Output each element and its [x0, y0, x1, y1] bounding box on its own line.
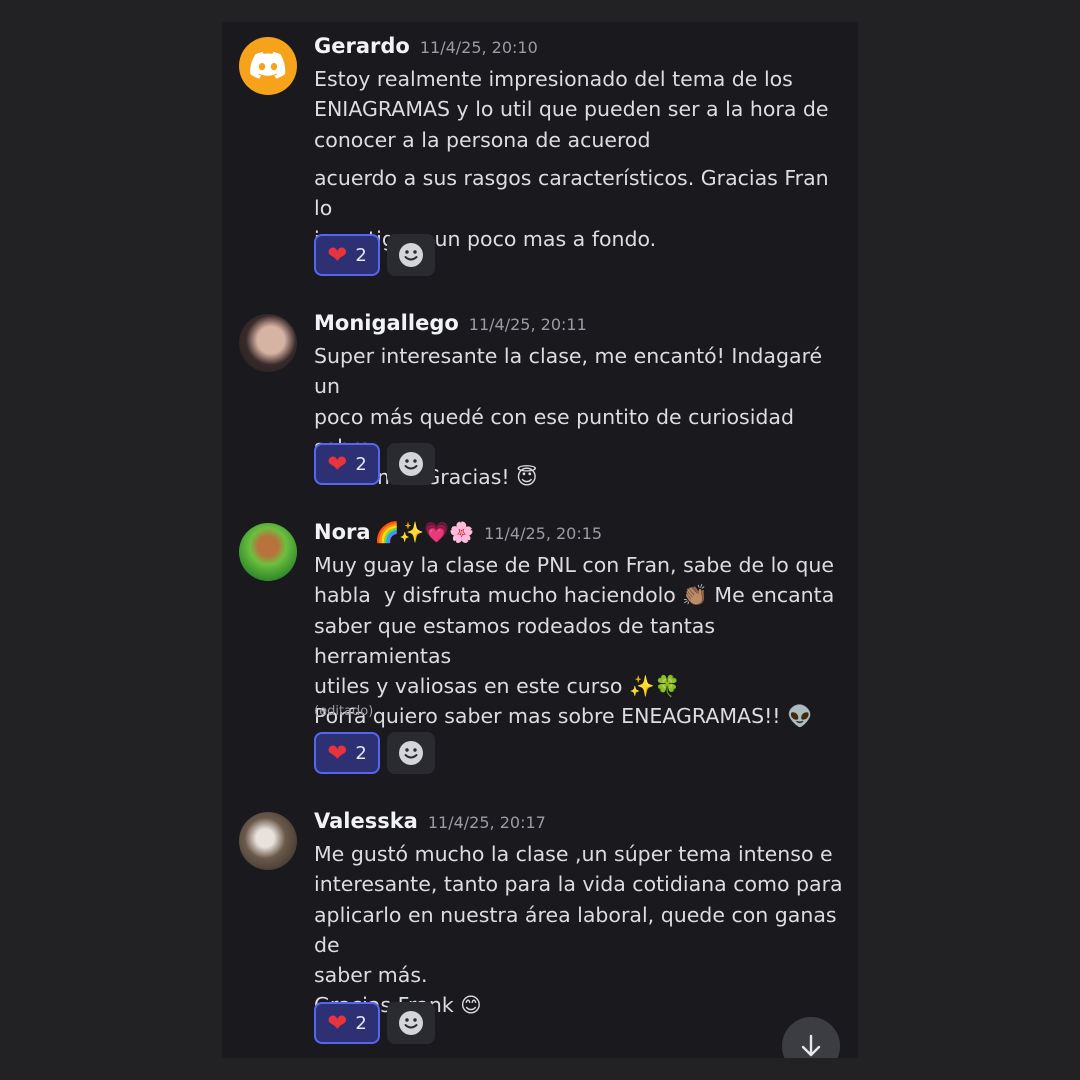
smiley-icon — [399, 1011, 423, 1035]
avatar[interactable] — [239, 812, 297, 870]
username[interactable]: Monigallego — [314, 311, 459, 335]
chat-panel: Gerardo 11/4/25, 20:10 Estoy realmente im… — [222, 22, 858, 1058]
message-header: Gerardo 11/4/25, 20:10 — [314, 34, 538, 58]
message-text: Muy guay la clase de PNL con Fran, sabe … — [314, 553, 835, 729]
avatar[interactable] — [239, 314, 297, 372]
message-header: Nora 🌈✨💗🌸 11/4/25, 20:15 — [314, 520, 602, 544]
timestamp: 11/4/25, 20:17 — [427, 813, 546, 832]
discord-logo-icon — [250, 52, 286, 79]
smiley-icon — [399, 452, 423, 476]
message-header: Monigallego 11/4/25, 20:11 — [314, 311, 587, 335]
heart-icon: ❤ — [327, 450, 348, 478]
heart-reaction[interactable]: ❤ 2 — [314, 1002, 380, 1044]
reaction-count: 2 — [355, 453, 367, 475]
add-reaction-button[interactable] — [387, 443, 435, 485]
heart-icon: ❤ — [327, 739, 348, 767]
message-text: Me gustó mucho la clase ,un súper tema i… — [314, 842, 843, 1018]
avatar[interactable] — [239, 37, 297, 95]
reaction-count: 2 — [355, 244, 367, 266]
heart-icon: ❤ — [327, 241, 348, 269]
username[interactable]: Gerardo — [314, 34, 410, 58]
smiley-icon — [399, 741, 423, 765]
username[interactable]: Nora — [314, 520, 371, 544]
heart-icon: ❤ — [327, 1009, 348, 1037]
heart-reaction[interactable]: ❤ 2 — [314, 732, 380, 774]
reaction-count: 2 — [355, 742, 367, 764]
add-reaction-button[interactable] — [387, 732, 435, 774]
heart-reaction[interactable]: ❤ 2 — [314, 443, 380, 485]
message-header: Valesska 11/4/25, 20:17 — [314, 809, 546, 833]
heart-reaction[interactable]: ❤ 2 — [314, 234, 380, 276]
smiley-icon — [399, 243, 423, 267]
timestamp: 11/4/25, 20:15 — [484, 524, 603, 543]
scroll-to-bottom-button[interactable] — [782, 1017, 840, 1058]
arrow-down-icon — [801, 1034, 821, 1057]
reaction-count: 2 — [355, 1012, 367, 1034]
timestamp: 11/4/25, 20:11 — [468, 315, 587, 334]
timestamp: 11/4/25, 20:10 — [419, 38, 538, 57]
add-reaction-button[interactable] — [387, 1002, 435, 1044]
username[interactable]: Valesska — [314, 809, 418, 833]
add-reaction-button[interactable] — [387, 234, 435, 276]
edited-label: (editado) — [314, 704, 374, 719]
username-emojis: 🌈✨💗🌸 — [374, 520, 475, 544]
message-text: Estoy realmente impresionado del tema de… — [314, 67, 829, 152]
avatar[interactable] — [239, 523, 297, 581]
